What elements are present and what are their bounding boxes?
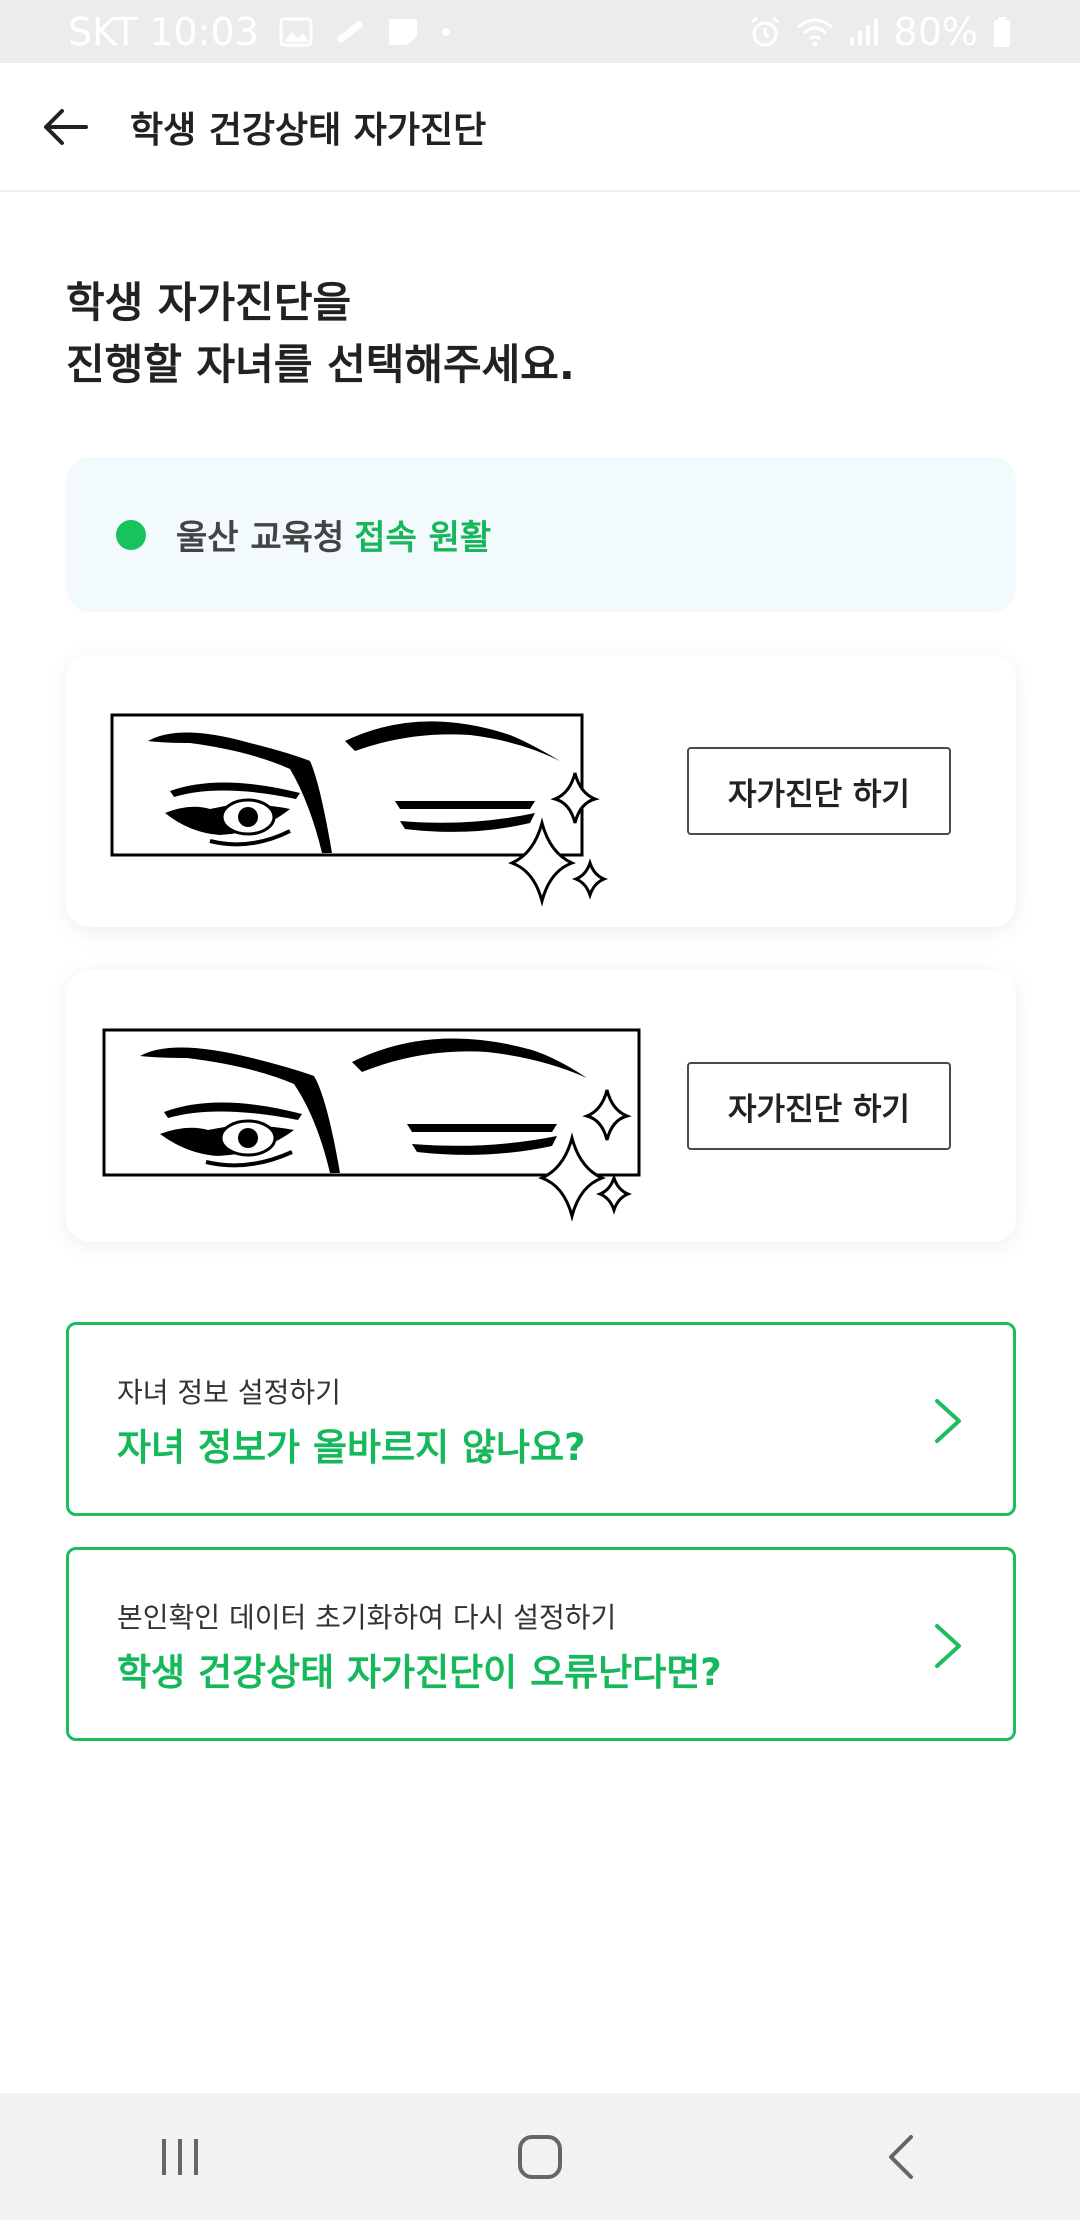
server-status-text: 울산 교육청 접속 원활 [176,510,491,559]
home-icon [518,2134,562,2179]
system-nav-bar [0,2093,1080,2220]
link-subtitle: 본인확인 데이터 초기화하여 다시 설정하기 [117,1601,617,1634]
carrier-time: SKT 10:03 [68,9,259,54]
nav-back-button[interactable] [800,2093,1000,2220]
link-subtitle: 자녀 정보 설정하기 [117,1376,341,1409]
status-dot-icon [116,519,146,550]
heading-line-2: 진행할 자녀를 선택해주세요. [66,340,575,389]
server-status-box: 울산 교육청 접속 원활 [66,457,1016,612]
page-title: 학생 건강상태 자가진단 [130,109,487,151]
app-bar: 학생 건강상태 자가진단 [0,63,1080,192]
heading-line-1: 학생 자가진단을 [66,278,352,327]
image-icon [279,17,313,47]
region-label: 울산 교육청 [176,518,345,558]
back-button[interactable] [0,62,130,191]
alarm-icon [748,16,782,48]
link-title: 학생 건강상태 자가진단이 오류난다면? [117,1651,722,1694]
wifi-icon [796,17,834,47]
status-bar: SKT 10:03 80% [0,0,1080,63]
winking-eyes-illustration [110,713,609,907]
link-title: 자녀 정보가 올바르지 않나요? [117,1426,586,1469]
back-icon [889,2134,913,2179]
student-card: 자가진단 하기 [66,970,1016,1242]
status-label: 접속 원활 [354,518,492,558]
recent-apps-icon [162,2138,198,2175]
instruction-heading: 학생 자가진단을 진행할 자녀를 선택해주세요. [66,272,575,396]
dot-icon [439,25,453,39]
chevron-right-icon [935,1624,961,1668]
chevron-right-icon [935,1399,961,1443]
student-card: 자가진단 하기 [66,655,1016,927]
signal-icon [848,17,880,47]
reset-verification-link[interactable]: 본인확인 데이터 초기화하여 다시 설정하기 학생 건강상태 자가진단이 오류난… [66,1547,1016,1741]
battery-icon [992,16,1012,48]
child-info-settings-link[interactable]: 자녀 정보 설정하기 자녀 정보가 올바르지 않나요? [66,1322,1016,1516]
self-diagnosis-button[interactable]: 자가진단 하기 [687,1062,951,1150]
note-icon [387,17,419,47]
recent-apps-button[interactable] [80,2093,280,2220]
home-button[interactable] [440,2093,640,2220]
arrow-left-icon [44,108,88,145]
battery-percent: 80% [893,9,978,54]
link-icon [333,17,367,47]
self-diagnosis-button[interactable]: 자가진단 하기 [687,747,951,835]
winking-eyes-illustration [102,1028,641,1222]
